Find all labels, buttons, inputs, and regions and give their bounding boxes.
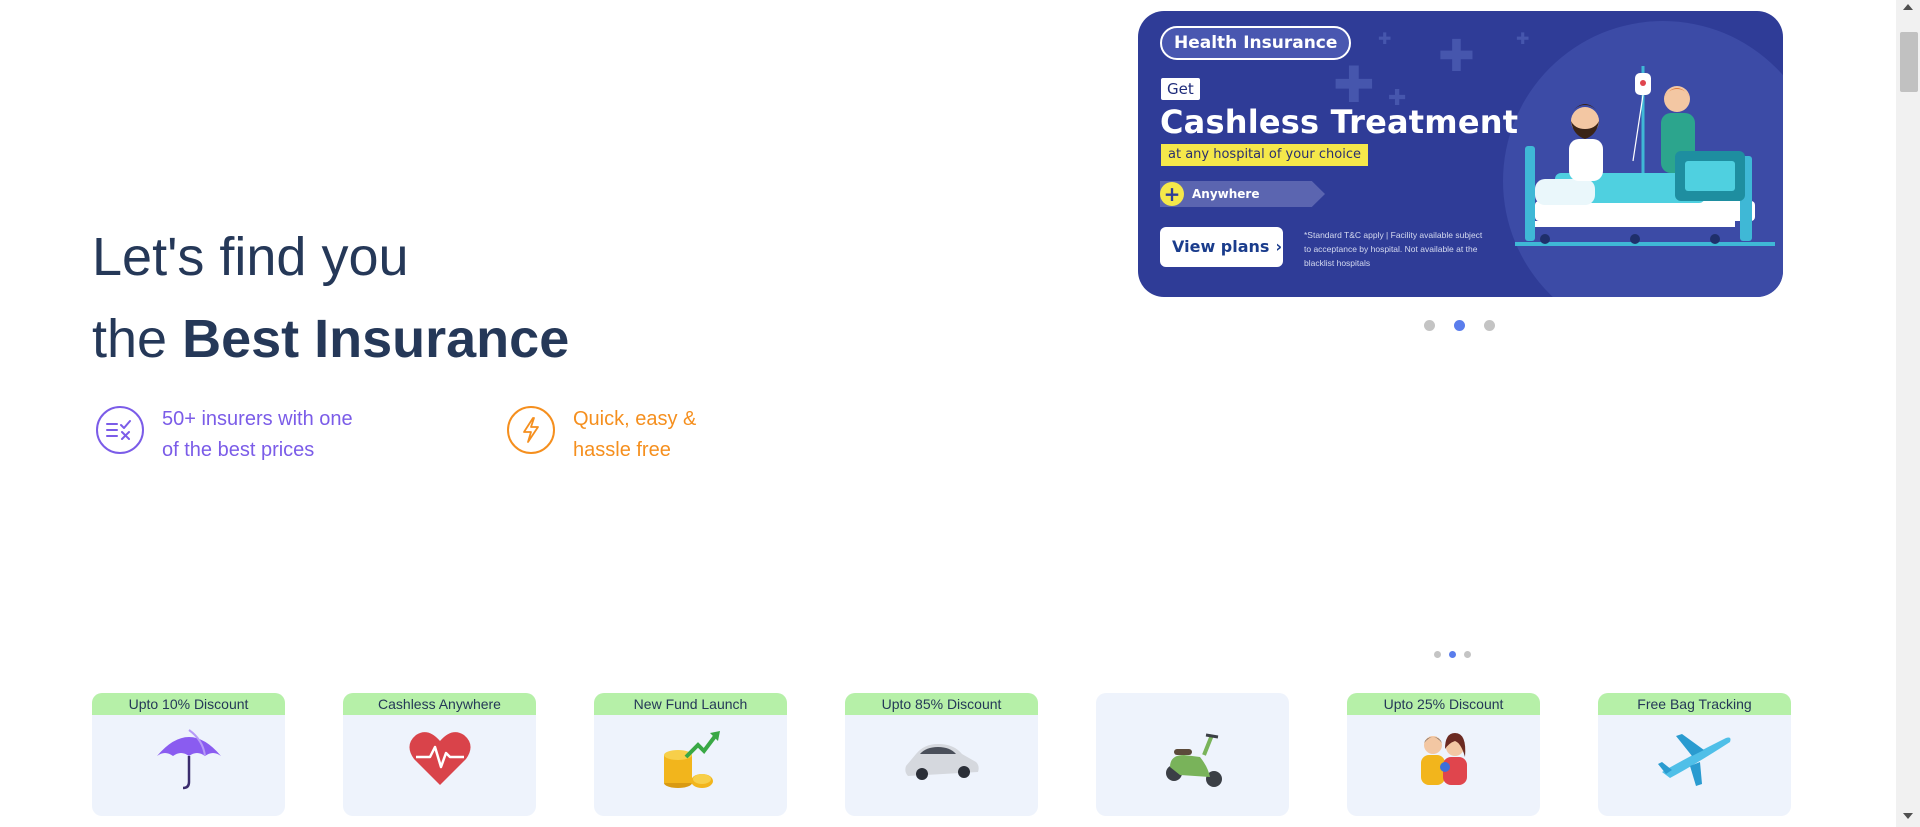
hero-title: Let's find you the Best Insurance xyxy=(92,216,569,380)
lightning-icon xyxy=(507,406,555,454)
car-icon xyxy=(902,723,982,795)
hero-line-1: Let's find you xyxy=(92,227,409,287)
feature-insurers-text: 50+ insurers with one of the best prices xyxy=(162,404,353,466)
product-card-family[interactable]: Upto 25% Discount xyxy=(1347,693,1540,816)
banner-subtitle: at any hospital of your choice xyxy=(1161,144,1368,166)
hospital-bed-doctor-patient-illustration xyxy=(1515,66,1775,246)
scroll-up-arrow-icon[interactable] xyxy=(1903,4,1913,10)
cross-decor: ✚ xyxy=(1516,29,1530,48)
banner-carousel-dots xyxy=(1424,320,1514,331)
page: Let's find you the Best Insurance 50+ in… xyxy=(0,0,1920,827)
product-card-umbrella[interactable]: Upto 10% Discount xyxy=(92,693,285,816)
scroll-down-arrow-icon[interactable] xyxy=(1903,813,1913,819)
feature-quick-line-2: hassle free xyxy=(573,439,671,461)
umbrella-icon xyxy=(149,723,229,795)
view-plans-button[interactable]: View plans › xyxy=(1160,227,1283,267)
compare-icon xyxy=(96,406,144,454)
feature-insurers-line-2: of the best prices xyxy=(162,439,315,461)
health-insurance-banner[interactable]: ✚ ✚ ✚ ✚ ✚ ✚ Health Insurance Get Cashles… xyxy=(1138,11,1783,297)
airplane-icon xyxy=(1655,723,1735,795)
heart-pulse-icon xyxy=(400,723,480,795)
product-cards: Upto 10% Discount Cashless Anywhere New … xyxy=(92,693,1849,816)
hero-line-2-bold: Best Insurance xyxy=(182,309,570,369)
scrollbar[interactable] xyxy=(1896,0,1920,827)
cards-carousel-dots xyxy=(1434,651,1479,658)
cross-decor: ✚ xyxy=(1438,31,1475,82)
carousel-dot[interactable] xyxy=(1484,320,1495,331)
feature-insurers: 50+ insurers with one of the best prices xyxy=(96,404,353,466)
chevron-right-icon: › xyxy=(1275,237,1283,256)
banner-headline: Cashless Treatment xyxy=(1160,103,1519,141)
banner-tag: Health Insurance xyxy=(1160,26,1352,60)
card-badge: Cashless Anywhere xyxy=(343,693,536,715)
view-plans-label: View plans xyxy=(1172,237,1270,256)
coins-growth-icon xyxy=(651,723,731,795)
banner-terms: *Standard T&C apply | Facility available… xyxy=(1304,230,1483,268)
carousel-dot-active[interactable] xyxy=(1454,320,1465,331)
product-card-car[interactable]: Upto 85% Discount xyxy=(845,693,1038,816)
card-badge: New Fund Launch xyxy=(594,693,787,715)
product-card-fund[interactable]: New Fund Launch xyxy=(594,693,787,816)
cross-decor: ✚ xyxy=(1378,29,1392,48)
card-badge: Upto 85% Discount xyxy=(845,693,1038,715)
card-badge: Free Bag Tracking xyxy=(1598,693,1791,715)
carousel-dot-active[interactable] xyxy=(1449,651,1456,658)
product-card-heart[interactable]: Cashless Anywhere xyxy=(343,693,536,816)
banner-anywhere-cashless: Anywhere cashless* xyxy=(1160,181,1325,207)
carousel-dot[interactable] xyxy=(1434,651,1441,658)
banner-get-label: Get xyxy=(1161,78,1200,100)
feature-quick-line-1: Quick, easy & xyxy=(573,408,697,430)
feature-quick: Quick, easy & hassle free xyxy=(507,404,696,466)
family-icon xyxy=(1404,723,1484,795)
carousel-dot[interactable] xyxy=(1424,320,1435,331)
feature-insurers-line-1: 50+ insurers with one xyxy=(162,408,353,430)
product-card-airplane[interactable]: Free Bag Tracking xyxy=(1598,693,1791,816)
feature-quick-text: Quick, easy & hassle free xyxy=(573,404,696,466)
card-badge: Upto 25% Discount xyxy=(1347,693,1540,715)
product-card-scooter[interactable] xyxy=(1096,693,1289,816)
card-badge xyxy=(1096,693,1289,715)
carousel-dot[interactable] xyxy=(1464,651,1471,658)
card-badge: Upto 10% Discount xyxy=(92,693,285,715)
plus-icon: + xyxy=(1160,182,1184,206)
scooter-icon xyxy=(1153,723,1233,795)
hero-line-2-prefix: the xyxy=(92,309,183,369)
scrollbar-thumb[interactable] xyxy=(1900,32,1918,92)
